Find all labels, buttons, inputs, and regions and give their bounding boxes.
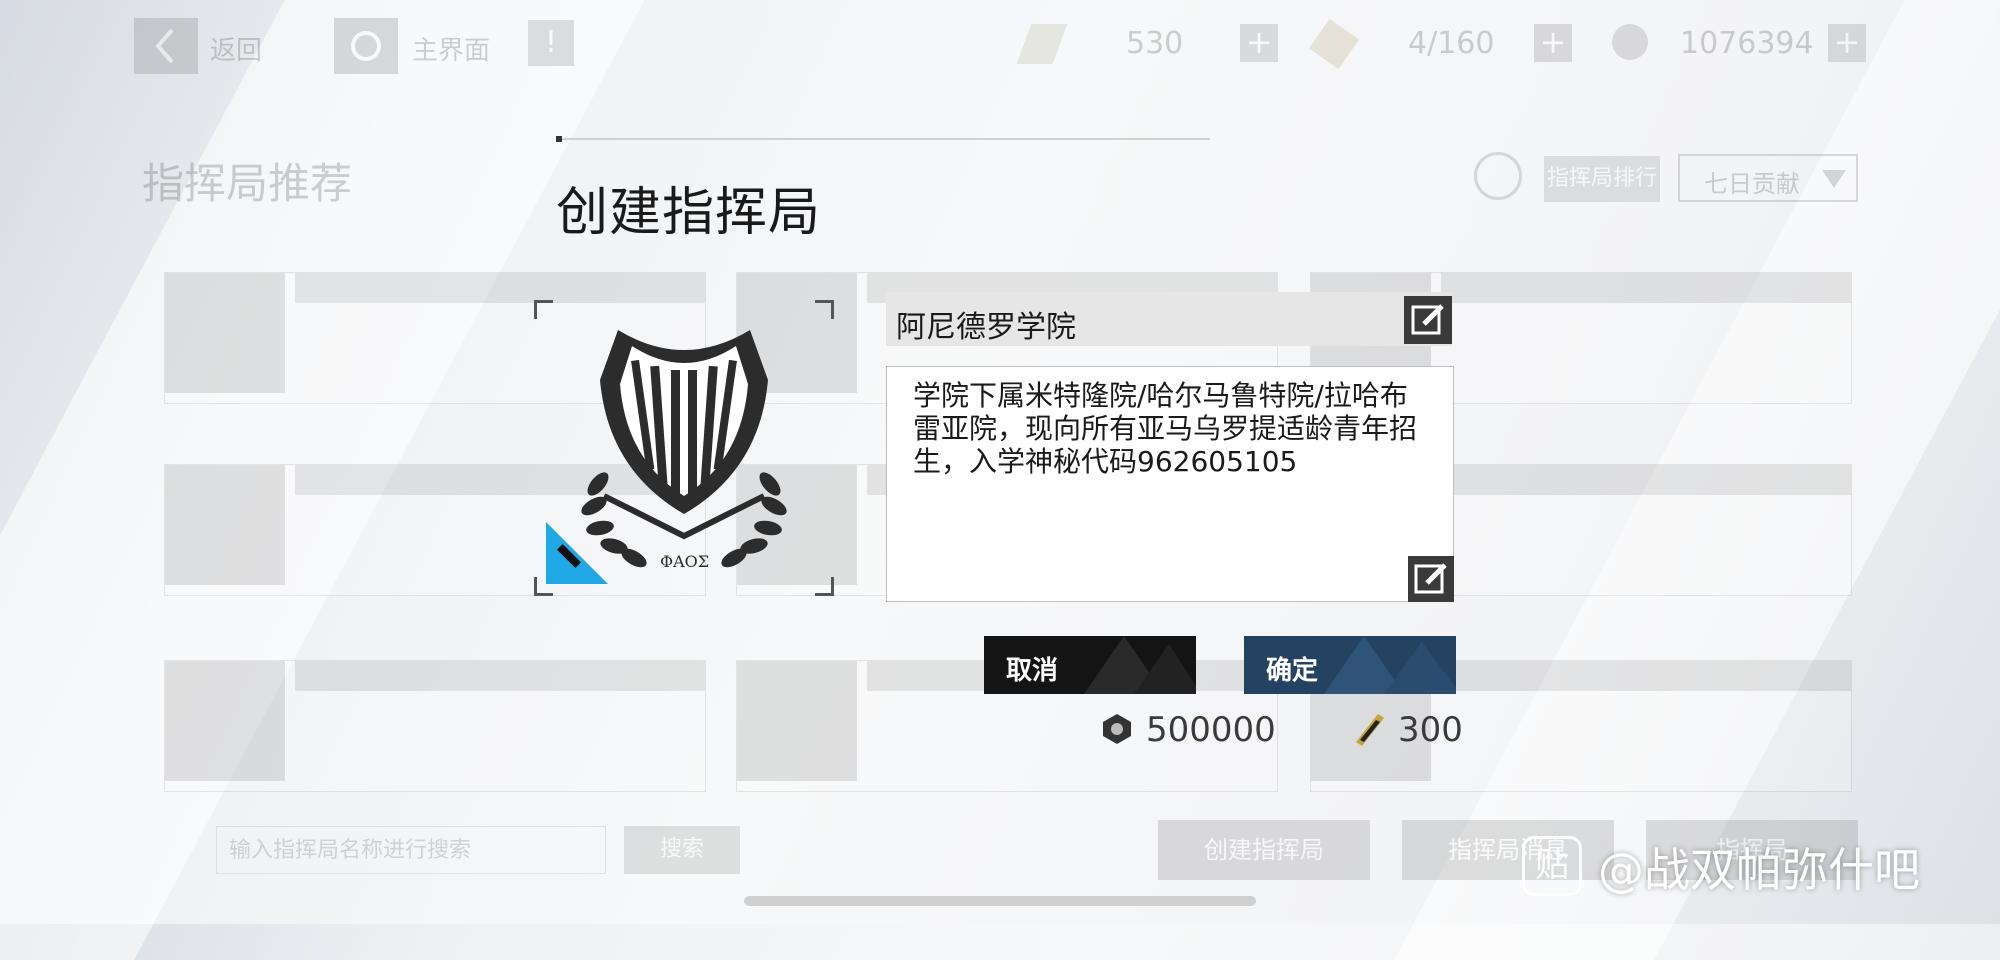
- search-input[interactable]: 输入指挥局名称进行搜索: [216, 826, 606, 874]
- command-name-field[interactable]: 阿尼德罗学院: [886, 292, 1452, 346]
- command-description-field[interactable]: 学院下属米特隆院/哈尔马鲁特院/拉哈布雷亚院，现向所有亚马乌罗提适龄青年招生，入…: [886, 366, 1454, 602]
- info-icon[interactable]: !: [528, 20, 574, 66]
- energy-value: 4/160: [1408, 26, 1495, 61]
- cancel-label: 取消: [1006, 656, 1059, 686]
- energy-icon: [1308, 18, 1360, 70]
- search-icon[interactable]: [1474, 152, 1522, 200]
- coin-icon: [1612, 24, 1648, 60]
- home-indicator[interactable]: [744, 896, 1256, 906]
- dialog-title: 创建指挥局: [556, 183, 822, 243]
- create-command-button[interactable]: 创建指挥局: [1158, 820, 1370, 880]
- tieba-logo-icon: 贴: [1522, 836, 1582, 896]
- cancel-button[interactable]: 取消: [984, 636, 1196, 694]
- divider: [556, 138, 1210, 140]
- coins-value: 1076394: [1680, 26, 1814, 61]
- command-messages-button[interactable]: 指挥局消息: [1402, 820, 1614, 880]
- stamina-icon: [1016, 24, 1068, 64]
- home-circle-icon: [351, 31, 381, 61]
- ranking-button[interactable]: 指挥局排行: [1544, 156, 1660, 202]
- edit-emblem-icon[interactable]: [546, 522, 608, 584]
- edit-icon: [1411, 304, 1444, 335]
- home-label: 主界面: [412, 36, 491, 66]
- stamina-plus-button[interactable]: +: [1240, 24, 1278, 62]
- sort-select[interactable]: 七日贡献: [1678, 154, 1858, 202]
- ticket-icon: [1356, 714, 1384, 746]
- list-item[interactable]: [164, 660, 706, 792]
- stamina-value: 530: [1126, 26, 1184, 61]
- edit-icon: [1414, 563, 1447, 594]
- coin-icon: [1103, 714, 1131, 744]
- cost-tickets: 300: [1398, 710, 1463, 750]
- edit-name-button[interactable]: [1404, 296, 1452, 344]
- coins-plus-button[interactable]: +: [1828, 24, 1866, 62]
- top-bar: 返回 主界面 ! 530 + 4/160 + 1076394 +: [0, 18, 2000, 78]
- back-button[interactable]: [134, 18, 198, 74]
- emblem-motto: ΦΑΟΣ: [660, 552, 710, 571]
- command-name-value: 阿尼德罗学院: [896, 310, 1076, 345]
- chevron-left-icon: [155, 28, 174, 64]
- cost-coins: 500000: [1146, 710, 1276, 750]
- sort-value: 七日贡献: [1704, 170, 1800, 198]
- confirm-button[interactable]: 确定: [1244, 636, 1456, 694]
- emblem-picker[interactable]: ΦΑΟΣ: [534, 300, 834, 596]
- page-title: 指挥局推荐: [142, 159, 353, 208]
- edit-description-button[interactable]: [1408, 556, 1454, 602]
- chevron-down-icon: [1822, 170, 1846, 188]
- divider-dot: [556, 136, 562, 142]
- search-button[interactable]: 搜索: [624, 826, 740, 874]
- home-button[interactable]: [334, 18, 398, 74]
- watermark-text: @战双帕弥什吧: [1598, 843, 1920, 897]
- energy-plus-button[interactable]: +: [1534, 24, 1572, 62]
- command-description-text: 学院下属米特隆院/哈尔马鲁特院/拉哈布雷亚院，现向所有亚马乌罗提适龄青年招生，入…: [913, 379, 1418, 478]
- back-label: 返回: [210, 36, 263, 66]
- confirm-label: 确定: [1266, 656, 1319, 686]
